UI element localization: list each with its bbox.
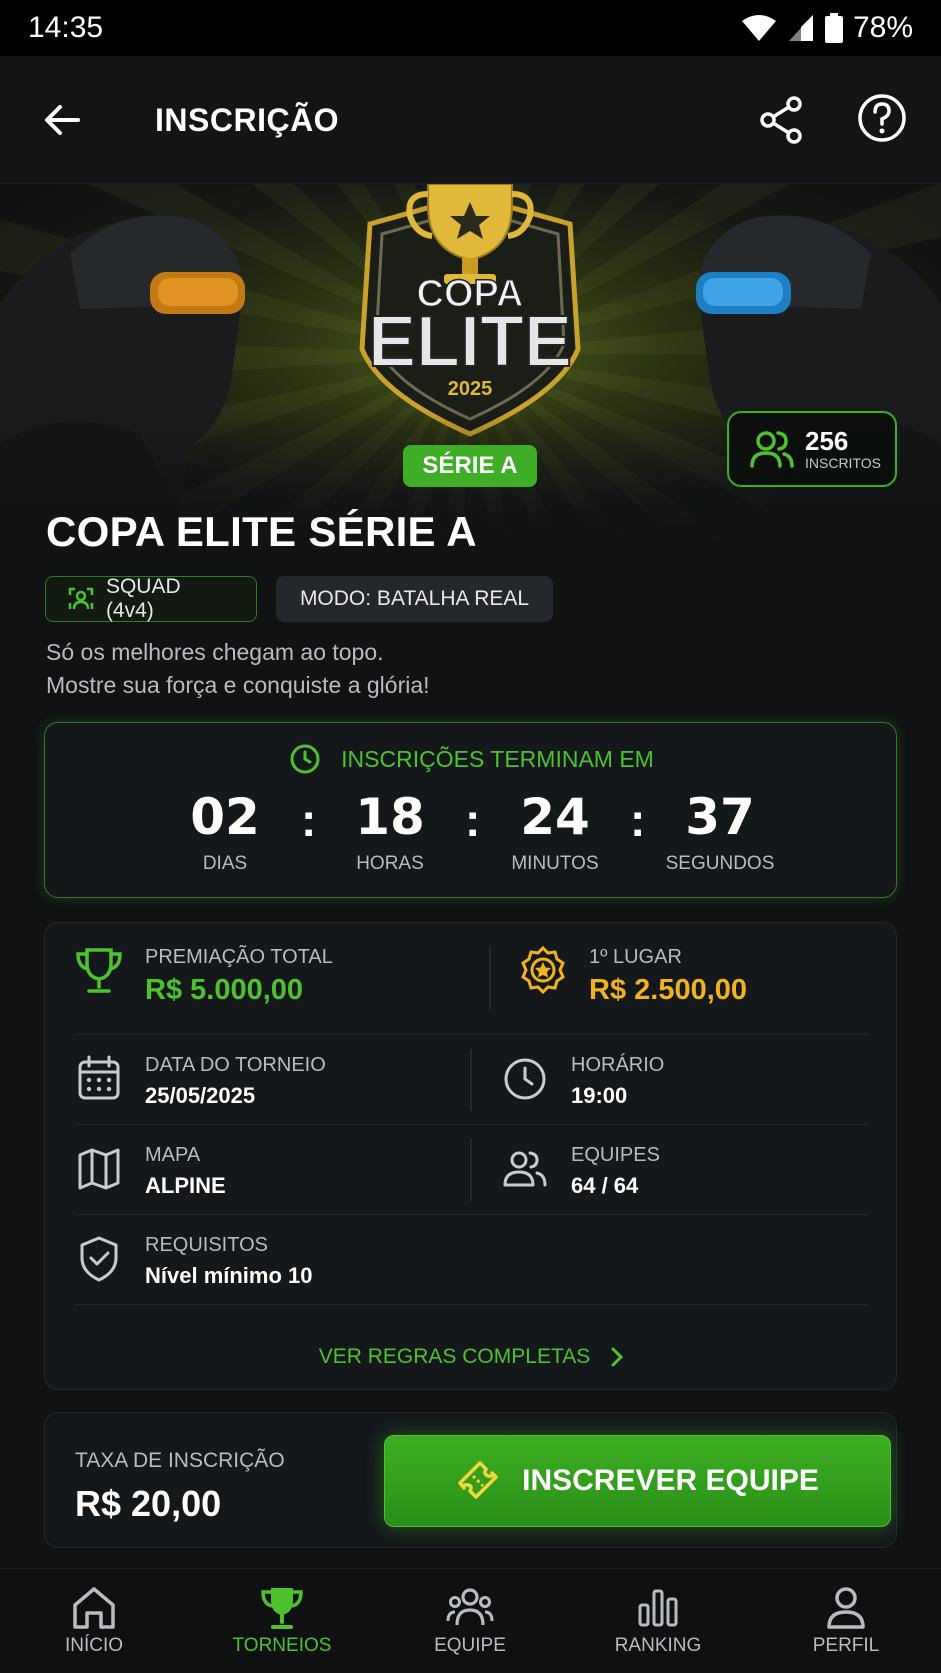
tournament-requirements-value: Nível mínimo 10: [145, 1263, 313, 1288]
shield-check-icon: [80, 1236, 118, 1282]
trophy-icon: [261, 1588, 303, 1629]
battery-level: 78%: [852, 11, 913, 44]
nav-item-ranking[interactable]: RANKING: [564, 1569, 752, 1673]
countdown-heading: INSCRIÇÕES TERMINAM EM: [341, 745, 654, 772]
squad-icon: [68, 587, 94, 610]
ranking-icon: [638, 1589, 678, 1627]
copa-elite-logo: COPA ELITE 2025: [359, 184, 581, 437]
trophy-icon: [76, 948, 122, 993]
bottom-navigation: INÍCIO TORNEIOS EQUIPE RANKING PERFIL: [0, 1568, 941, 1672]
home-icon: [73, 1587, 115, 1629]
squad-chip: SQUAD (4v4): [45, 575, 257, 622]
page-title: INSCRIÇÃO: [155, 102, 340, 138]
countdown-hours: 18 HORAS: [355, 788, 425, 874]
registration-countdown: INSCRIÇÕES TERMINAM EM 02 DIAS : 18 HORAS …: [44, 722, 897, 898]
tournament-teams-value: 64 / 64: [571, 1173, 639, 1198]
nav-item-perfil[interactable]: PERFIL: [752, 1569, 940, 1673]
fee-value: R$ 20,00: [75, 1483, 222, 1524]
first-place-value: R$ 2.500,00: [589, 974, 748, 1006]
countdown-separator: :: [465, 794, 481, 846]
team-icon: [503, 1151, 547, 1187]
tournament-teams: EQUIPES 64 / 64: [499, 1143, 660, 1201]
tournament-map: MAPA ALPINE: [73, 1143, 226, 1201]
prize-total: PREMIAÇÃO TOTAL R$ 5.000,00: [73, 945, 333, 1007]
chevron-right-icon: [611, 1347, 624, 1367]
tournament-title: COPA ELITE SÉRIE A: [46, 508, 477, 555]
svg-text:2025: 2025: [448, 378, 493, 400]
view-rules-label: VER REGRAS COMPLETAS: [318, 1345, 591, 1368]
register-team-button[interactable]: INSCREVER EQUIPE: [384, 1435, 891, 1527]
countdown-separator: :: [630, 794, 646, 846]
calendar-icon: [78, 1055, 120, 1100]
mode-chip: MODO: BATALHA REAL: [276, 576, 553, 622]
tournament-time-value: 19:00: [571, 1083, 628, 1108]
countdown-seconds: 37 SEGUNDOS: [665, 788, 775, 874]
view-rules-link[interactable]: VER REGRAS COMPLETAS: [45, 1345, 898, 1369]
svg-text:ELITE: ELITE: [368, 302, 572, 382]
app-bar: INSCRIÇÃO: [0, 56, 941, 184]
registration-fee-card: TAXA DE INSCRIÇÃO R$ 20,00 INSCREVER EQU…: [44, 1412, 897, 1548]
register-team-label: INSCREVER EQUIPE: [522, 1464, 819, 1497]
nav-item-torneios[interactable]: TORNEIOS: [188, 1569, 376, 1673]
subscribers-label: INSCRITOS: [805, 455, 881, 471]
subscribers-badge: 256 INSCRITOS: [727, 411, 897, 487]
clock-icon: [290, 744, 320, 774]
nav-item-inicio[interactable]: INÍCIO: [0, 1569, 188, 1673]
status-bar: 14:35 78%: [0, 0, 941, 56]
countdown-days: 02 DIAS: [190, 788, 260, 874]
tournament-time: HORÁRIO 19:00: [499, 1053, 664, 1111]
tournament-date-value: 25/05/2025: [145, 1083, 256, 1108]
ticket-icon: [458, 1461, 498, 1499]
hero-banner: COPA ELITE 2025 SÉRIE A 256 INSCRITOS: [0, 184, 941, 550]
signal-icon: [788, 15, 813, 41]
fee-label: TAXA DE INSCRIÇÃO: [75, 1449, 285, 1472]
prize-total-value: R$ 5.000,00: [145, 974, 304, 1006]
tournament-requirements: REQUISITOS Nível mínimo 10: [73, 1233, 313, 1291]
countdown-separator: :: [301, 794, 317, 846]
wifi-icon: [741, 15, 776, 41]
profile-icon: [827, 1587, 865, 1629]
share-icon[interactable]: [756, 94, 808, 146]
map-icon: [78, 1148, 120, 1190]
status-time: 14:35: [28, 11, 104, 44]
tournament-date: DATA DO TORNEIO 25/05/2025: [73, 1053, 326, 1111]
clock-icon: [504, 1058, 546, 1100]
tournament-description: Só os melhores chegam ao topo. Mostre su…: [46, 639, 430, 698]
countdown-minutes: 24 MINUTOS: [511, 788, 599, 874]
subscribers-count: 256: [805, 426, 849, 456]
nav-item-equipe[interactable]: EQUIPE: [376, 1569, 564, 1673]
tournament-info-card: PREMIAÇÃO TOTAL R$ 5.000,00 1º LUGAR R$ …: [44, 922, 897, 1390]
team-icon: [446, 1588, 494, 1626]
back-arrow-icon[interactable]: [38, 94, 90, 146]
serie-badge: SÉRIE A: [403, 445, 537, 487]
medal-icon: [521, 945, 565, 995]
battery-icon: [824, 13, 843, 43]
squad-chip-label: SQUAD (4v4): [105, 575, 181, 622]
first-place-prize: 1º LUGAR R$ 2.500,00: [517, 945, 747, 1007]
help-icon[interactable]: [856, 92, 908, 144]
users-icon: [750, 431, 794, 468]
tournament-map-value: ALPINE: [145, 1173, 226, 1198]
mode-chip-label: MODO: BATALHA REAL: [299, 587, 530, 610]
